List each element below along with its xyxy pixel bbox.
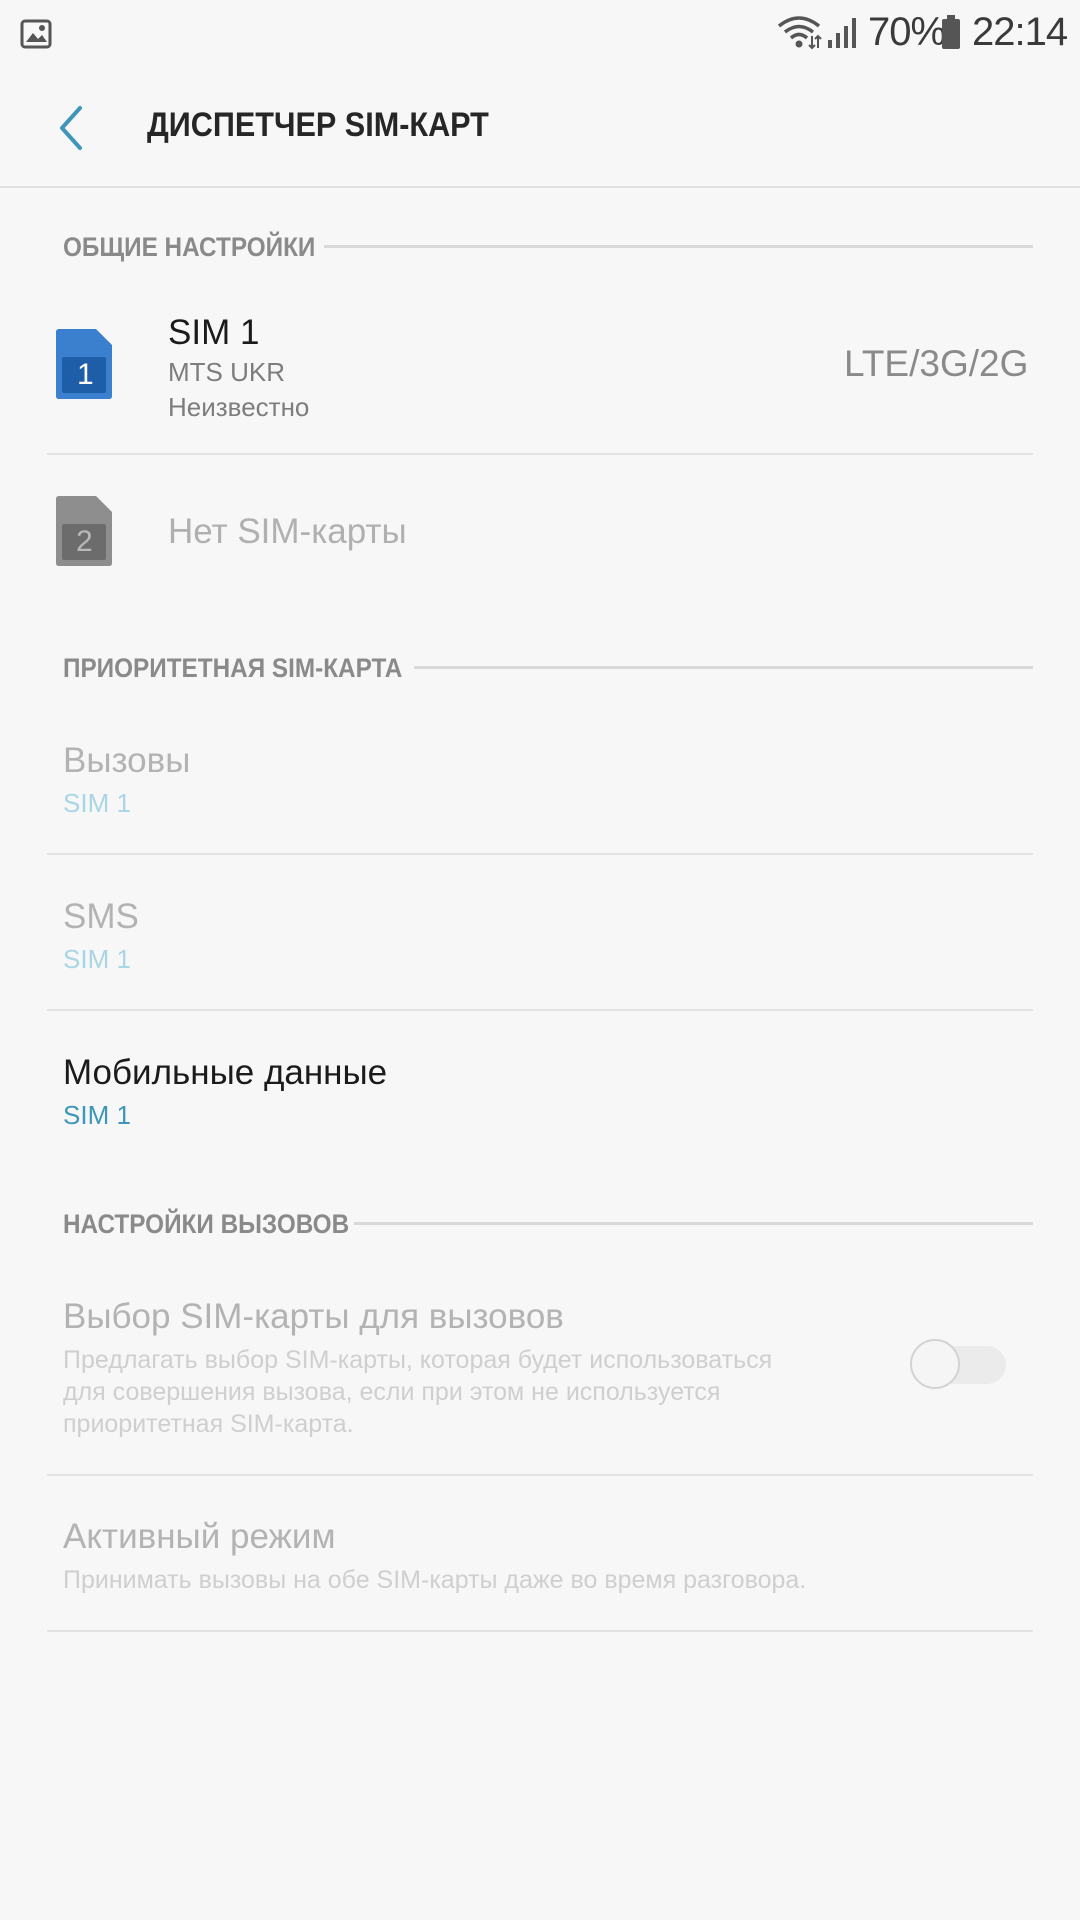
battery-percent: 70% (868, 10, 946, 54)
sim-choice-title: Выбор SIM-карты для вызовов (63, 1297, 564, 1336)
status-bar: 70% 22:14 (0, 0, 1080, 70)
divider (47, 1474, 1033, 1476)
section-divider-line (354, 1222, 1033, 1225)
divider (47, 453, 1033, 455)
sim-choice-desc-line: для совершения вызова, если при этом не … (63, 1378, 721, 1406)
section-divider-line (414, 666, 1033, 669)
signal-icon (828, 18, 856, 48)
priority-calls-title: Вызовы (63, 741, 191, 780)
clock: 22:14 (972, 10, 1068, 54)
priority-sms-item[interactable] (0, 856, 1080, 1011)
priority-mobile-data-title: Мобильные данные (63, 1053, 388, 1092)
divider (47, 853, 1033, 855)
priority-sms-value: SIM 1 (63, 944, 131, 974)
active-mode-title: Активный режим (63, 1517, 336, 1556)
app-bar: ДИСПЕТЧЕР SIM-КАРТ (0, 70, 1080, 188)
toggle-knob (910, 1339, 960, 1389)
priority-calls-value: SIM 1 (63, 788, 131, 818)
sim-card-2-number: 2 (76, 525, 93, 558)
section-label: НАСТРОЙКИ ВЫЗОВОВ (63, 1208, 350, 1239)
sim-choice-description: Предлагать выбор SIM-карты, которая буде… (63, 1344, 863, 1440)
gallery-icon (20, 19, 52, 49)
sim-choice-toggle[interactable] (910, 1339, 1008, 1391)
section-label: ОБЩИЕ НАСТРОЙКИ (63, 231, 316, 262)
section-header-general: ОБЩИЕ НАСТРОЙКИ (63, 227, 343, 267)
section-header-priority: ПРИОРИТЕТНАЯ SIM-КАРТА (63, 648, 440, 688)
battery-icon (942, 15, 960, 49)
divider (47, 1009, 1033, 1011)
active-mode-description: Принимать вызовы на обе SIM-карты даже в… (63, 1566, 807, 1594)
sim-choice-desc-line: приоритетная SIM-карта. (63, 1410, 354, 1438)
chevron-left-icon (60, 106, 82, 150)
sim1-status: Неизвестно (168, 392, 310, 422)
section-label: ПРИОРИТЕТНАЯ SIM-КАРТА (63, 652, 403, 683)
priority-mobile-data-value: SIM 1 (63, 1100, 131, 1130)
section-header-call-settings: НАСТРОЙКИ ВЫЗОВОВ (63, 1204, 381, 1244)
divider (47, 1630, 1033, 1632)
sim2-row[interactable] (0, 456, 1080, 606)
sim1-title: SIM 1 (168, 313, 260, 352)
sim1-operator: MTS UKR (168, 357, 285, 387)
section-divider-line (324, 245, 1033, 248)
sim-card-1-number: 1 (77, 358, 94, 391)
back-button[interactable] (40, 92, 110, 162)
wifi-icon (777, 16, 822, 50)
sim1-network-mode: LTE/3G/2G (844, 343, 1029, 384)
sim-choice-desc-line: Предлагать выбор SIM-карты, которая буде… (63, 1346, 773, 1374)
priority-sms-title: SMS (63, 897, 139, 936)
page-title: ДИСПЕТЧЕР SIM-КАРТ (147, 106, 489, 144)
sim2-title: Нет SIM-карты (168, 512, 407, 551)
